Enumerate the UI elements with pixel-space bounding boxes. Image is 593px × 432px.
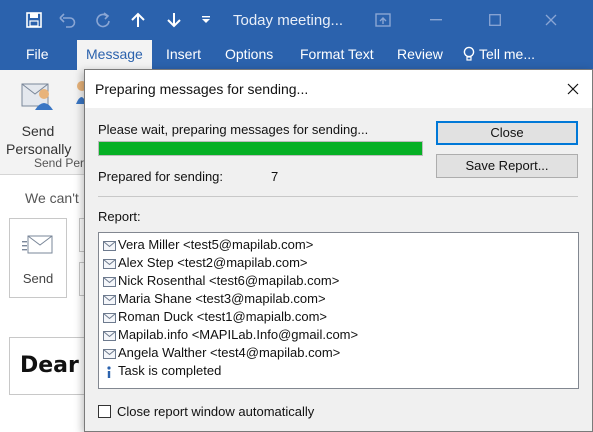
minimize-icon[interactable]: [410, 0, 462, 40]
report-item-text: Roman Duck <test1@mapialb.com>: [118, 308, 328, 324]
wait-message: Please wait, preparing messages for send…: [98, 122, 369, 137]
save-report-button[interactable]: Save Report...: [436, 154, 578, 178]
dialog-title: Preparing messages for sending...: [95, 81, 309, 97]
arrow-down-icon[interactable]: [157, 0, 191, 40]
customize-qat-icon[interactable]: [189, 0, 223, 40]
dialog-title-bar: Preparing messages for sending...: [85, 70, 592, 108]
send-button[interactable]: Send: [9, 218, 67, 298]
close-button[interactable]: Close: [436, 121, 578, 145]
progress-fill: [99, 142, 422, 155]
report-item-text: Vera Miller <test5@mapilab.com>: [118, 236, 314, 252]
divider: [98, 196, 578, 197]
ribbon-group-label: Send Per: [34, 156, 85, 170]
list-item[interactable]: Angela Walther <test4@mapilab.com>: [103, 343, 340, 361]
list-item[interactable]: Alex Step <test2@mapilab.com>: [103, 253, 308, 271]
list-item[interactable]: Nick Rosenthal <test6@mapilab.com>: [103, 271, 339, 289]
message-body-text: Dear: [20, 353, 79, 378]
report-label: Report:: [98, 209, 141, 224]
save-icon[interactable]: [17, 0, 51, 40]
report-item-text: Maria Shane <test3@mapilab.com>: [118, 290, 326, 306]
restore-ribbon-icon[interactable]: [357, 0, 409, 40]
prepared-count: 7: [271, 169, 279, 184]
ribbon-tabs: File Message Insert Options Format Text …: [0, 40, 593, 71]
tab-options[interactable]: Options: [216, 40, 282, 70]
envelope-icon: [103, 275, 117, 287]
window-title: Today meeting...: [233, 12, 344, 29]
envelope-icon: [103, 257, 117, 269]
envelope-icon: [103, 239, 117, 251]
auto-close-checkbox[interactable]: [98, 404, 111, 418]
undo-icon[interactable]: [51, 0, 85, 40]
prepared-label: Prepared for sending:: [98, 169, 224, 184]
maximize-icon[interactable]: [469, 0, 521, 40]
tab-review[interactable]: Review: [388, 40, 452, 70]
list-item[interactable]: Roman Duck <test1@mapialb.com>: [103, 307, 327, 325]
auto-close-label: Close report window automatically: [117, 403, 315, 419]
tab-tell-me[interactable]: Tell me...: [454, 40, 544, 70]
report-item-text: Mapilab.info <MAPILab.Info@gmail.com>: [118, 326, 359, 342]
report-item-text: Nick Rosenthal <test6@mapilab.com>: [118, 272, 340, 288]
arrow-up-icon[interactable]: [121, 0, 155, 40]
auto-close-checkbox-row[interactable]: Close report window automatically: [98, 403, 314, 419]
tab-file[interactable]: File: [17, 40, 58, 70]
envelope-icon: [103, 293, 117, 305]
send-icon: [22, 233, 54, 260]
send-button-label: Send: [22, 271, 54, 286]
list-item[interactable]: Mapilab.info <MAPILab.Info@gmail.com>: [103, 325, 358, 343]
report-item-text: Alex Step <test2@mapilab.com>: [118, 254, 308, 270]
info-icon: [103, 365, 117, 378]
report-item-text: Task is completed: [118, 362, 222, 378]
list-item[interactable]: Maria Shane <test3@mapilab.com>: [103, 289, 326, 307]
envelope-icon: [103, 311, 117, 323]
send-personally-button[interactable]: Send Personally: [6, 76, 71, 157]
info-bar-text: We can't: [25, 190, 79, 206]
list-item[interactable]: Task is completed: [103, 361, 221, 379]
message-body[interactable]: Dear: [9, 337, 85, 395]
send-personally-label-1: Send: [21, 123, 55, 139]
preparing-dialog: Preparing messages for sending... Please…: [84, 69, 593, 432]
report-item-text: Angela Walther <test4@mapilab.com>: [118, 344, 341, 360]
redo-icon[interactable]: [86, 0, 120, 40]
lightbulb-icon: [463, 43, 475, 71]
tab-insert[interactable]: Insert: [157, 40, 210, 70]
dialog-close-icon[interactable]: [562, 78, 584, 100]
envelope-icon: [103, 347, 117, 359]
envelope-icon: [103, 329, 117, 341]
tab-format-text[interactable]: Format Text: [291, 40, 383, 70]
report-list[interactable]: Vera Miller <test5@mapilab.com> Alex Ste…: [98, 232, 579, 389]
close-window-icon[interactable]: [525, 0, 577, 40]
title-bar: Today meeting...: [0, 0, 593, 40]
list-item[interactable]: Vera Miller <test5@mapilab.com>: [103, 235, 313, 253]
tab-tell-me-label: Tell me...: [479, 46, 536, 62]
progress-bar: [98, 141, 423, 156]
tab-message[interactable]: Message: [77, 40, 152, 71]
send-personally-icon: [20, 78, 56, 115]
